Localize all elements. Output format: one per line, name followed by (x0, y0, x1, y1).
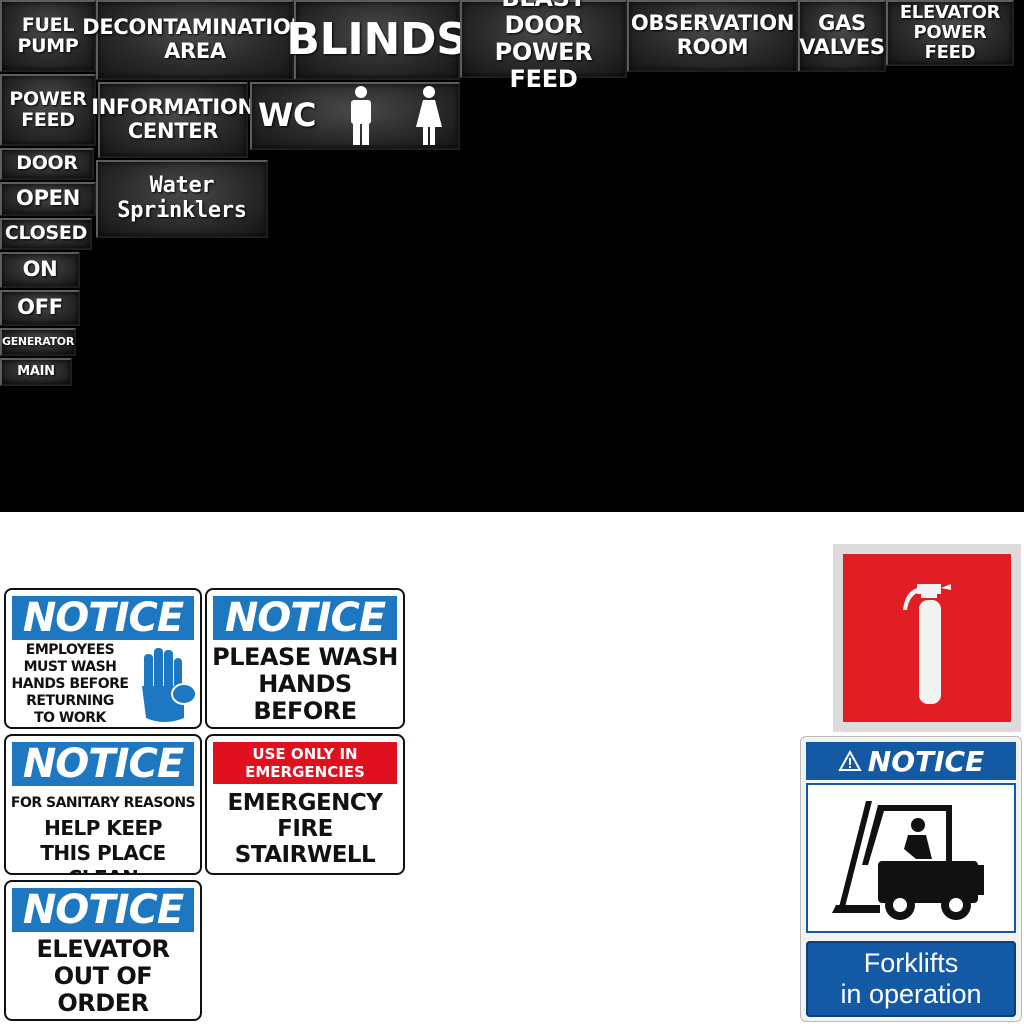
blinds-plate: BLINDS (286, 0, 468, 80)
elevator-out-of-order-text: ELEVATOR OUT OF ORDER (36, 935, 171, 1017)
forklift-notice-sign: NOTICE Forklifts in operation (800, 736, 1022, 1022)
forklift-text-panel: Forklifts in operation (806, 941, 1016, 1017)
wash-leaving-text: PLEASE WASH HANDS BEFORE LEAVING (212, 643, 398, 728)
blast-door-power-feed-plate: BLAST DOOR POWER FEED (460, 0, 627, 92)
sanitary-line1-text: FOR SANITARY REASONS (10, 795, 196, 811)
on-plate: ON (0, 252, 80, 288)
employees-wash-text: EMPLOYEES MUST WASH HANDS BEFORE RETURNI… (11, 642, 129, 726)
notice-wash-leaving-sign: NOTICE PLEASE WASH HANDS BEFORE LEAVING (205, 588, 405, 729)
fire-extinguisher-sign (833, 544, 1021, 732)
observation-room-plate: OBSERVATION ROOM (627, 0, 798, 72)
woman-icon (416, 86, 443, 145)
door-plate: DOOR (0, 148, 94, 180)
decontamination-area-plate: DECONTAMINATION AREA (82, 0, 308, 80)
notice-header: NOTICE (213, 596, 397, 640)
wc-plate: WC (250, 82, 460, 150)
main-plate: MAIN (0, 358, 72, 386)
hand-washing-icon (142, 648, 196, 722)
forklift-notice-header: NOTICE (806, 742, 1016, 780)
power-feed-plate: POWER FEED (0, 74, 96, 146)
emergency-header: USE ONLY IN EMERGENCIES (213, 742, 397, 784)
forklift-pictogram-area (806, 783, 1016, 933)
notice-header: NOTICE (12, 888, 194, 932)
forklifts-in-operation-text: Forklifts in operation (840, 948, 982, 1009)
forklift-icon (832, 801, 984, 920)
notice-header: NOTICE (12, 596, 194, 640)
forklift-notice-title: NOTICE (867, 744, 985, 778)
notice-header: NOTICE (12, 742, 194, 786)
gas-valves-plate: GAS VALVES (798, 0, 886, 72)
generator-plate: GENERATOR (0, 328, 76, 356)
fire-extinguisher-icon (903, 584, 951, 704)
open-plate: OPEN (0, 182, 96, 216)
notice-sanitary-sign: NOTICE FOR SANITARY REASONS HELP KEEP TH… (4, 734, 202, 875)
water-sprinklers-plate: Water Sprinklers (96, 160, 268, 238)
closed-plate: CLOSED (0, 218, 92, 250)
sanitary-line2-text: HELP KEEP THIS PLACE CLEAN (40, 816, 166, 873)
notice-employees-wash-sign: NOTICE EMPLOYEES MUST WASH HANDS BEFORE … (4, 588, 202, 729)
off-plate: OFF (0, 290, 80, 326)
man-icon (351, 86, 372, 145)
wc-label: WC (258, 96, 317, 135)
information-center-plate: INFORMATION CENTER (91, 82, 255, 158)
elevator-power-feed-plate: ELEVATOR POWER FEED (886, 0, 1014, 66)
notice-elevator-sign: NOTICE ELEVATOR OUT OF ORDER (4, 880, 202, 1021)
warning-triangle-icon (838, 750, 862, 771)
emergency-stairwell-text: EMERGENCY FIRE STAIRWELL (227, 790, 383, 868)
emergency-stairwell-sign: USE ONLY IN EMERGENCIES EMERGENCY FIRE S… (205, 734, 405, 875)
